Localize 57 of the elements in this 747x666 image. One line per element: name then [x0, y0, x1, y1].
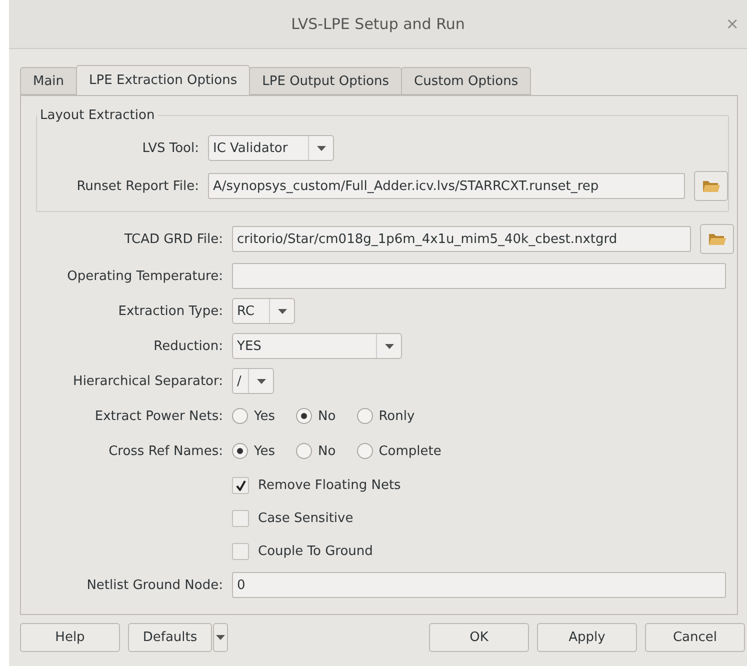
- caret-icon: [316, 146, 326, 150]
- check-icon: [236, 480, 246, 490]
- input-field[interactable]: [232, 263, 726, 289]
- window-title: LVS-LPE Setup and Run: [291, 15, 465, 33]
- checkbox[interactable]: [232, 510, 249, 526]
- radio-button[interactable]: [356, 408, 373, 424]
- dropdown[interactable]: /: [232, 368, 274, 394]
- browse-button[interactable]: [700, 224, 734, 254]
- footer-button[interactable]: Help: [20, 623, 120, 652]
- browse-button[interactable]: [694, 171, 728, 201]
- dropdown[interactable]: IC Validator: [208, 135, 334, 161]
- input-field[interactable]: 0: [232, 572, 726, 598]
- field-label: Cross Ref Names:: [108, 444, 223, 458]
- radio-button[interactable]: [232, 443, 248, 459]
- caret-icon: [256, 378, 266, 384]
- checkbox[interactable]: [232, 542, 249, 560]
- tab[interactable]: Custom Options: [401, 67, 532, 95]
- footer-button[interactable]: Defaults: [128, 623, 212, 652]
- radio-label[interactable]: No: [318, 444, 336, 458]
- file-path-field[interactable]: A/synopsys_custom/Full_Adder.icv.lvs/STARRCXT.runset_rep: [208, 173, 685, 199]
- radio-button[interactable]: [296, 443, 312, 459]
- radio-label[interactable]: Yes: [254, 444, 275, 458]
- radio-label[interactable]: Yes: [254, 408, 275, 424]
- field-label: Hierarchical Separator:: [72, 374, 223, 388]
- field-label: Netlist Ground Node:: [86, 578, 223, 592]
- field-label: LVS Tool:: [141, 140, 199, 156]
- radio-button[interactable]: [356, 443, 373, 459]
- caret-icon: [216, 635, 225, 640]
- field-label: Operating Temperature:: [66, 268, 223, 284]
- folder-icon: [702, 179, 720, 193]
- footer-button[interactable]: Cancel: [645, 623, 745, 652]
- checkbox-label[interactable]: Remove Floating Nets: [258, 478, 401, 492]
- checkbox-label[interactable]: Couple To Ground: [258, 544, 373, 558]
- footer-button[interactable]: Apply: [537, 623, 637, 652]
- field-label: Extract Power Nets:: [94, 408, 223, 424]
- field-label: Extraction Type:: [117, 304, 223, 318]
- dropdown[interactable]: YES: [232, 333, 402, 359]
- tab[interactable]: LPE Output Options: [249, 67, 402, 95]
- radio-label[interactable]: Complete: [378, 444, 442, 458]
- footer-button[interactable]: OK: [429, 623, 529, 652]
- folder-icon: [708, 232, 726, 246]
- field-label: TCAD GRD File:: [123, 232, 223, 246]
- group-title: Layout Extraction: [39, 108, 156, 123]
- field-label: Reduction:: [152, 338, 223, 354]
- radio-button[interactable]: [296, 408, 312, 424]
- tab[interactable]: Main: [20, 67, 78, 95]
- caret-icon: [278, 308, 286, 314]
- radio-label[interactable]: No: [318, 408, 336, 424]
- dropdown-button[interactable]: [213, 623, 228, 652]
- field-label: Runset Report File:: [76, 178, 199, 194]
- file-path-field[interactable]: critorio/Star/cm018g_1p6m_4x1u_mim5_40k_cbest.nxtgrd: [232, 226, 691, 252]
- dropdown[interactable]: RC: [232, 298, 295, 324]
- radio-label[interactable]: Ronly: [378, 408, 415, 424]
- caret-icon: [384, 344, 394, 348]
- radio-button[interactable]: [232, 408, 248, 424]
- checkbox-label[interactable]: Case Sensitive: [258, 510, 354, 526]
- checkbox[interactable]: [232, 476, 249, 494]
